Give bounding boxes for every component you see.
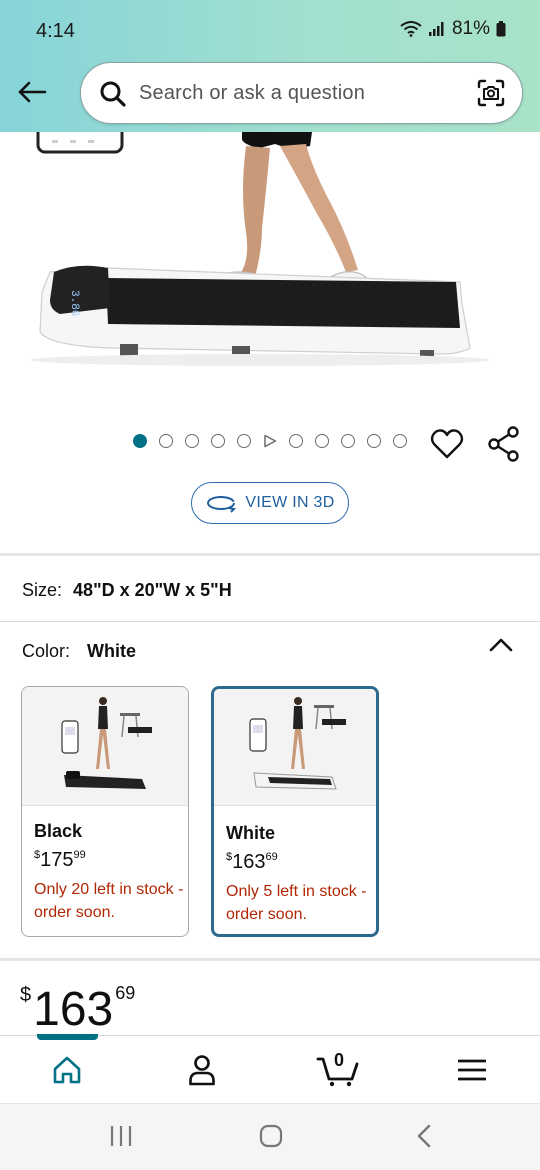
size-value: 48"D x 20"W x 5"H <box>73 580 232 600</box>
product-image[interactable]: 3.86 <box>0 132 540 410</box>
color-option-black[interactable]: Black $17599 Only 20 left in stock - ord… <box>21 686 189 937</box>
view-in-3d-button[interactable]: VIEW IN 3D <box>191 482 349 524</box>
carousel-dot-11[interactable] <box>393 434 407 448</box>
variant-stock-warning: Only 5 left in stock - order soon. <box>226 883 367 923</box>
carousel-dot-2[interactable] <box>159 434 173 448</box>
carousel-dot-7[interactable] <box>289 434 303 448</box>
treadmill-display-text: 3.86 <box>68 290 80 316</box>
variant-image-black <box>22 687 188 806</box>
section-divider <box>0 621 540 622</box>
share-icon[interactable] <box>488 426 520 467</box>
recent-apps-icon[interactable] <box>108 1123 134 1149</box>
section-divider <box>0 553 540 556</box>
nav-home[interactable] <box>47 1050 87 1090</box>
carousel-dot-9[interactable] <box>341 434 355 448</box>
carousel-dot-5[interactable] <box>237 434 251 448</box>
battery-percent: 81% <box>451 18 490 39</box>
home-icon <box>53 1056 81 1084</box>
image-carousel-indicator[interactable] <box>133 434 407 448</box>
treadmill-illustration: 3.86 <box>30 132 490 366</box>
account-icon <box>189 1055 215 1086</box>
back-button[interactable] <box>14 76 50 108</box>
color-value: White <box>87 641 137 661</box>
view-in-3d-label: VIEW IN 3D <box>245 494 335 511</box>
variant-stock-warning: Only 20 left in stock - order soon. <box>34 881 184 921</box>
variant-price: $16369 <box>226 851 278 873</box>
carousel-dot-3[interactable] <box>185 434 199 448</box>
nav-account[interactable] <box>182 1050 222 1090</box>
carousel-dot-1[interactable] <box>133 434 147 448</box>
carousel-video-icon[interactable] <box>263 434 277 448</box>
camera-lens-icon[interactable] <box>476 78 506 108</box>
product-page: 4:14 81% Search or ask a question 3.86 V… <box>0 0 540 1170</box>
status-icons: 81% <box>400 18 506 40</box>
back-arrow-icon <box>18 81 47 103</box>
cart-count: 0 <box>334 1050 345 1070</box>
system-back-icon[interactable] <box>412 1123 436 1149</box>
color-selector: Color: White <box>22 641 136 662</box>
color-label: Color: <box>22 641 71 661</box>
nav-menu[interactable] <box>452 1050 492 1090</box>
size-label: Size: <box>22 580 63 600</box>
search-icon <box>100 81 126 107</box>
carousel-dot-8[interactable] <box>315 434 329 448</box>
carousel-dot-10[interactable] <box>367 434 381 448</box>
home-button-icon[interactable] <box>258 1123 284 1149</box>
wifi-icon <box>400 21 422 37</box>
battery-icon <box>496 21 506 37</box>
product-price: $163 69 <box>20 982 135 1037</box>
signal-icon <box>428 21 446 37</box>
wishlist-heart-icon[interactable] <box>430 428 464 465</box>
search-input[interactable]: Search or ask a question <box>80 62 523 124</box>
app-header: 4:14 81% Search or ask a question <box>0 0 540 132</box>
variant-image-white <box>214 689 376 806</box>
menu-icon <box>458 1059 486 1081</box>
chevron-up-icon[interactable] <box>488 636 514 659</box>
carousel-dot-4[interactable] <box>211 434 225 448</box>
variant-name: Black <box>34 821 83 841</box>
rotate-3d-icon <box>207 496 237 513</box>
search-placeholder: Search or ask a question <box>139 82 366 104</box>
price-currency: $ <box>20 984 32 1006</box>
status-time: 4:14 <box>36 20 75 42</box>
section-divider <box>0 958 540 961</box>
price-whole: 163 <box>33 983 114 1036</box>
size-selector[interactable]: Size: 48"D x 20"W x 5"H <box>22 580 232 601</box>
variant-price: $17599 <box>34 849 86 871</box>
active-tab-indicator <box>37 1034 98 1040</box>
price-fraction: 69 <box>115 983 136 1003</box>
color-option-white[interactable]: White $16369 Only 5 left in stock - orde… <box>211 686 379 937</box>
variant-name: White <box>226 823 275 843</box>
nav-cart[interactable]: 0 <box>314 1050 362 1090</box>
